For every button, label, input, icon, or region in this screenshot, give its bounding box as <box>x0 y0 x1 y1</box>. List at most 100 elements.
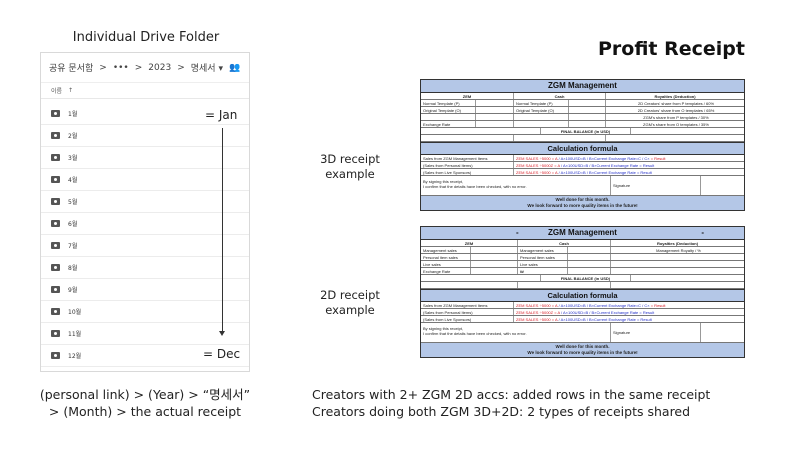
calc-source: (Sales from Personal Items) <box>421 162 514 168</box>
drive-folder-panel: 공유 문서함 > ••• > 2023 > 명세서 ▾ 👥 이름 ↑ 1월 2월 3… <box>40 52 250 372</box>
receipt-cell: Personal item sales <box>421 254 471 260</box>
formula-part: / B×Current Exchange Rate = Result <box>585 317 652 322</box>
final-balance-row: FINAL BALANCE (in USD) <box>421 275 744 282</box>
folder-row[interactable]: 7월 <box>41 235 249 257</box>
formula-part: ZEM SALES ÷5000 = A <box>516 170 558 175</box>
calc-formula: ZEM SALES ÷5000 = A / A×100USD=B / B×Cur… <box>514 169 744 175</box>
shared-folder-icon <box>51 198 60 205</box>
folder-row[interactable]: 3월 <box>41 147 249 169</box>
final-balance-row: FINAL BALANCE (in USD) <box>421 128 744 135</box>
col-royalties: Royalties (Deduction) <box>654 94 696 99</box>
value-cell <box>568 261 611 267</box>
sort-arrow-icon[interactable]: ↑ <box>68 87 73 94</box>
breadcrumb-more[interactable]: ••• <box>113 63 129 73</box>
shared-users-icon[interactable]: 👥 <box>229 63 240 73</box>
receipt-cell: Exchange Rate <box>421 121 476 127</box>
folder-name: 7월 <box>68 243 78 250</box>
column-header-row: ZEM Cash Royalties (Deduction) <box>421 240 744 247</box>
shared-folder-icon <box>51 352 60 359</box>
formula-part: / A×100USD=B <box>557 317 586 322</box>
title-suffix: - <box>701 228 704 237</box>
receipt-title: ZGM Management <box>421 80 744 93</box>
receipt-row: Live sales Live sales <box>421 261 744 268</box>
shared-folder-icon <box>51 220 60 227</box>
receipt-cell: ZGM's share from O templates / 35% <box>643 122 709 127</box>
label-line: 2D receipt <box>320 288 380 302</box>
shared-folder-icon <box>51 154 60 161</box>
folder-name: 12월 <box>68 353 82 360</box>
receipt-cell: Live sales <box>421 261 471 267</box>
calc-formula-title: Calculation formula <box>421 289 744 302</box>
calc-rows: Sales from ZGM Management Items ZEM SALES… <box>421 155 744 176</box>
receipt-cell <box>421 114 476 120</box>
formula-part: / B×Current Exchange Rate=C / C× <box>585 303 650 308</box>
breadcrumb-statements-folder[interactable]: 명세서 ▾ <box>191 61 223 74</box>
receipt-row: Exchange Rate ZGM's share from O template… <box>421 121 744 128</box>
folder-row[interactable]: 4월 <box>41 169 249 191</box>
signature-label: Signature <box>611 176 701 195</box>
value-cell <box>569 114 606 120</box>
receipt-cell <box>611 268 744 274</box>
formula-part: ZEM SALES ÷5000 = A <box>516 156 558 161</box>
value-cell <box>569 100 606 106</box>
receipt-body-rows: Management sales Management sales Manageme… <box>421 247 744 275</box>
value-cell <box>471 268 518 274</box>
value-cell <box>568 247 611 253</box>
folder-row[interactable]: 6월 <box>41 213 249 235</box>
folder-row[interactable]: 2월 <box>41 125 249 147</box>
formula-part: / A×100USD=B <box>559 310 589 315</box>
label-2d-receipt: 2D receipt example <box>300 288 400 318</box>
receipt-row: Exchange Rate ₩ <box>421 268 744 275</box>
folder-name: 10월 <box>68 309 82 316</box>
breadcrumb-year[interactable]: 2023 <box>148 63 171 73</box>
receipt-footer: Well done for this month. We look forwar… <box>421 343 744 357</box>
label-line: example <box>325 167 375 181</box>
name-column-header[interactable]: 이름 <box>51 86 62 95</box>
folder-name: 1월 <box>68 111 78 118</box>
value-cell <box>476 100 514 106</box>
formula-part: = Result <box>649 156 666 161</box>
folder-row[interactable]: 10월 <box>41 301 249 323</box>
receipt-cell: ₩ <box>518 268 568 274</box>
col-cash: Cash <box>518 240 611 246</box>
folder-row[interactable]: 11월 <box>41 323 249 345</box>
calc-source: (Sales from Live Sponsors) <box>421 169 514 175</box>
calc-row: (Sales from Live Sponsors) ZEM SALES ÷500… <box>421 316 744 323</box>
receipt-cell: Personal item sales <box>518 254 568 260</box>
value-cell <box>471 254 518 260</box>
folder-name: 6월 <box>68 221 78 228</box>
signature-row: By signing this receipt, I confirm that … <box>421 176 744 196</box>
title-prefix: - <box>516 228 519 237</box>
calc-source: Sales from ZGM Management Items <box>421 155 514 161</box>
final-balance-label: FINAL BALANCE (in USD) <box>541 275 631 281</box>
sign-line: I confirm that the details have been che… <box>423 184 527 189</box>
formula-part: / A×100USD=B <box>557 170 586 175</box>
signature-field[interactable] <box>701 176 744 195</box>
breadcrumb-separator: > <box>177 62 185 73</box>
breadcrumb: 공유 문서함 > ••• > 2023 > 명세서 ▾ 👥 <box>41 53 249 83</box>
value-cell <box>568 254 611 260</box>
receipt-cell: ZGM's share from P templates / 30% <box>643 115 709 120</box>
caption-line: (personal link) > (Year) > “명세서” <box>39 387 251 402</box>
folder-row[interactable]: 5월 <box>41 191 249 213</box>
folder-row[interactable]: 8월 <box>41 257 249 279</box>
caption-line: Creators with 2+ ZGM 2D accs: added rows… <box>312 387 711 402</box>
receipt-row: Management sales Management sales Manageme… <box>421 247 744 254</box>
calc-formula: ZEM SALES ÷5000 = A / A×100USD=B / B×Cur… <box>514 302 744 308</box>
signature-label: Signature <box>611 323 701 342</box>
shared-folder-icon <box>51 286 60 293</box>
col-cash: Cash <box>514 93 606 99</box>
receipt-cell: Live sales <box>518 261 568 267</box>
breadcrumb-separator: > <box>134 62 143 73</box>
receipt-row: Normal Template (P) Normal Template (P) 2D… <box>421 100 744 107</box>
breadcrumb-shared-drive[interactable]: 공유 문서함 <box>49 61 93 74</box>
receipt-row: ZGM's share from P templates / 30% <box>421 114 744 121</box>
sign-statement: By signing this receipt, I confirm that … <box>421 176 611 195</box>
folder-row[interactable]: 9월 <box>41 279 249 301</box>
receipt-cell <box>514 121 569 127</box>
signature-field[interactable] <box>701 323 744 342</box>
formula-part: = Result <box>649 303 666 308</box>
caption-line: Creators doing both ZGM 3D+2D: 2 types o… <box>312 404 691 419</box>
receipt-cell: Original Template (O) <box>421 107 476 113</box>
folder-name: 11월 <box>68 331 82 338</box>
